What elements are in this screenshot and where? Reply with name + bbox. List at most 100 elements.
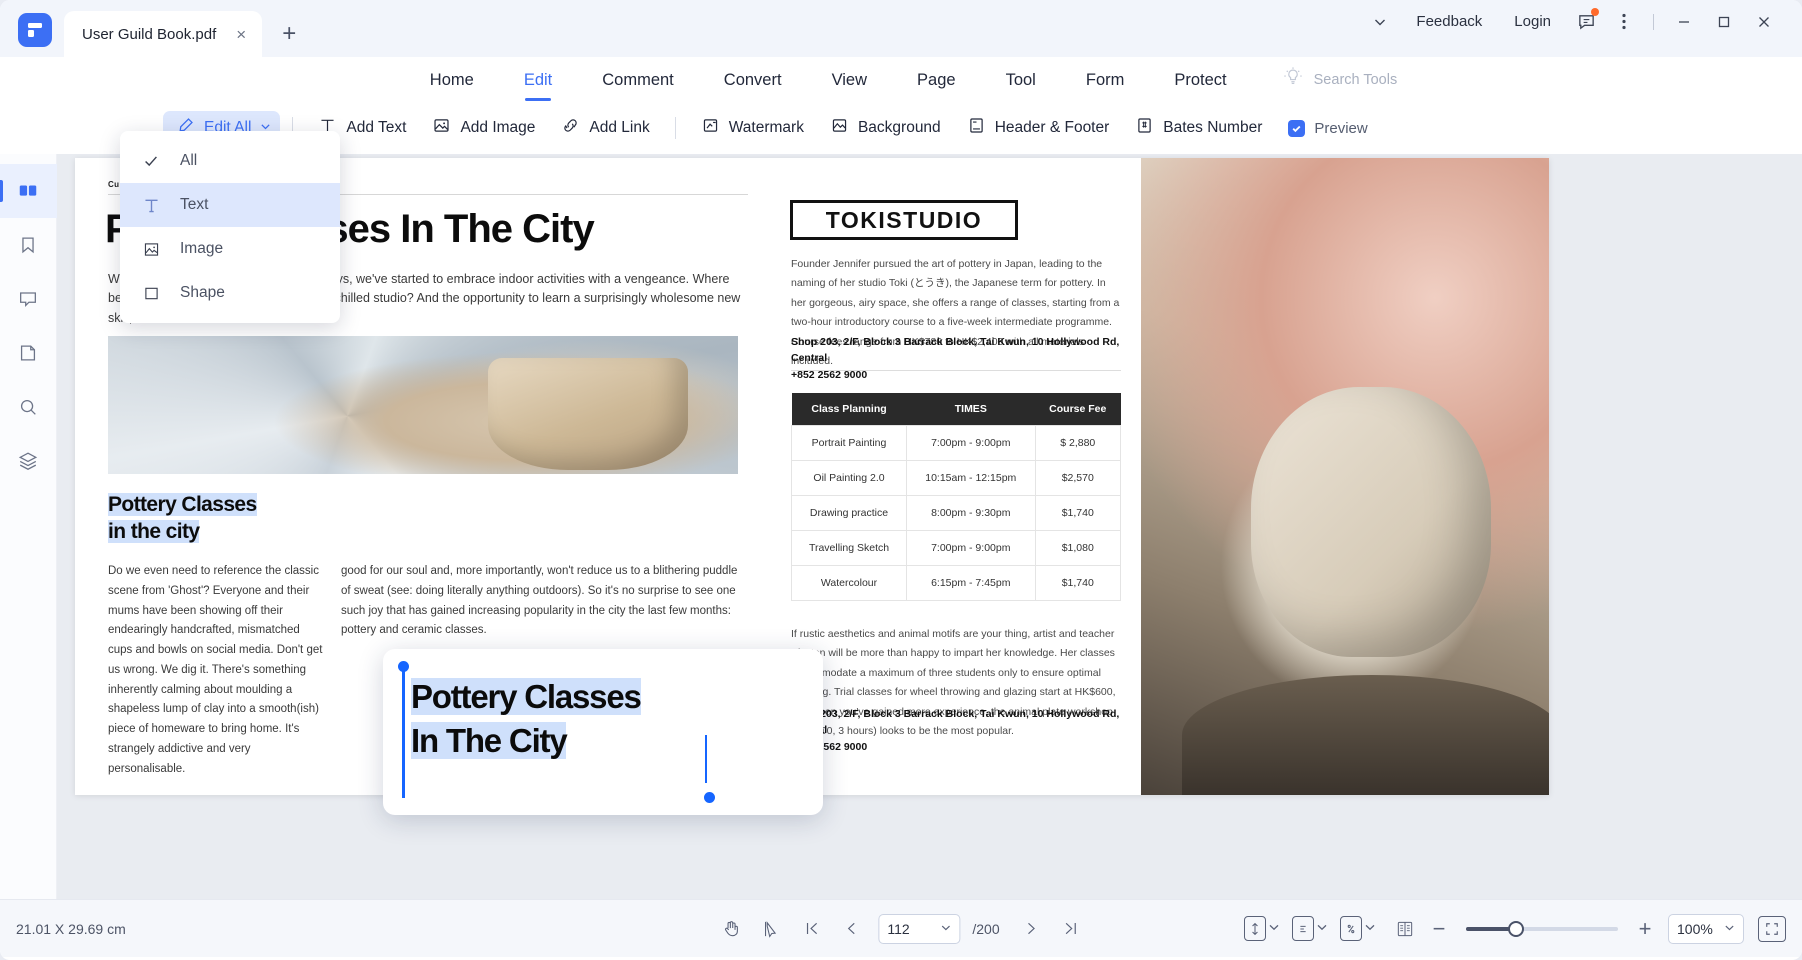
bates-number-button[interactable]: Bates Number <box>1122 111 1275 145</box>
zoom-slider[interactable] <box>1466 927 1618 931</box>
dropdown-item-all[interactable]: All <box>120 139 340 183</box>
zoom-level-select[interactable]: 100% <box>1668 914 1744 944</box>
document-tab[interactable]: User Guild Book.pdf × <box>64 11 262 57</box>
ribbon-divider-2 <box>675 117 676 139</box>
menu-item-view[interactable]: View <box>807 59 892 101</box>
page-column-1: Do we even need to reference the classic… <box>108 562 326 779</box>
cell-fee: $1,740 <box>1035 566 1120 601</box>
sidebar-item-attachments[interactable] <box>0 326 57 380</box>
zoom-slider-fill <box>1466 927 1514 931</box>
percent-icon <box>1340 916 1362 941</box>
studio-address-1: Shop 203, 2/F, Block 3 Barrack Block, Ta… <box>791 334 1121 383</box>
sidebar-item-search[interactable] <box>0 380 57 434</box>
address-1-line-1: Shop 203, 2/F, Block 3 Barrack Block, Ta… <box>791 334 1121 367</box>
background-label: Background <box>858 119 941 137</box>
background-icon <box>830 116 849 140</box>
menu-item-comment[interactable]: Comment <box>577 59 699 101</box>
previous-page-button[interactable] <box>834 914 868 944</box>
add-image-button[interactable]: Add Image <box>419 111 548 145</box>
chevron-down-icon[interactable] <box>1268 920 1280 938</box>
more-options-icon[interactable] <box>1605 7 1643 37</box>
cell-times: 10:15am - 12:15pm <box>907 461 1036 496</box>
text-selection-handle-bottom[interactable] <box>704 792 715 803</box>
zoom-out-button[interactable]: − <box>1426 918 1452 940</box>
menu-item-home[interactable]: Home <box>405 59 499 101</box>
table-row: Portrait Painting 7:00pm - 9:00pm $ 2,88… <box>792 426 1121 461</box>
subheading-line-2: in the city <box>108 520 199 543</box>
dropdown-item-image[interactable]: Image <box>120 227 340 271</box>
watermark-icon <box>701 116 720 140</box>
minimize-button[interactable] <box>1664 7 1704 37</box>
chevron-down-icon[interactable] <box>940 920 951 938</box>
zoom-mode-control[interactable] <box>1340 916 1376 941</box>
chevron-down-icon[interactable] <box>1724 920 1735 938</box>
table-body: Portrait Painting 7:00pm - 9:00pm $ 2,88… <box>792 426 1121 601</box>
table-header-row: Class Planning TIMES Course Fee <box>792 393 1121 426</box>
chevron-down-icon[interactable] <box>1360 7 1400 37</box>
header-footer-button[interactable]: Header & Footer <box>954 111 1123 145</box>
messages-icon[interactable] <box>1567 7 1605 37</box>
table-header-fee: Course Fee <box>1035 393 1120 426</box>
sidebar-item-comments[interactable] <box>0 272 57 326</box>
subheading-line-1: Pottery Classes <box>108 493 257 516</box>
dropdown-item-shape[interactable]: Shape <box>120 271 340 315</box>
app-window: User Guild Book.pdf × + Feedback Login <box>0 0 1802 960</box>
text-edit-content[interactable]: Pottery Classes In The City <box>411 675 803 762</box>
zoom-in-button[interactable]: + <box>1632 918 1658 940</box>
dropdown-item-text[interactable]: Text <box>120 183 340 227</box>
page-number-input[interactable]: 112 <box>878 914 960 944</box>
menu-item-protect[interactable]: Protect <box>1149 59 1251 101</box>
login-link[interactable]: Login <box>1498 13 1567 30</box>
status-bar: 21.01 X 29.69 cm 112 /200 <box>0 899 1802 957</box>
add-image-label: Add Image <box>460 119 535 137</box>
menu-item-tool[interactable]: Tool <box>981 59 1061 101</box>
view-controls: − + 100% <box>1244 914 1786 944</box>
cell-fee: $1,740 <box>1035 496 1120 531</box>
next-page-button[interactable] <box>1014 914 1048 944</box>
menu-item-edit[interactable]: Edit <box>499 59 577 101</box>
preview-label: Preview <box>1314 120 1367 137</box>
new-tab-button[interactable]: + <box>272 17 306 51</box>
scroll-mode-control[interactable] <box>1244 916 1280 941</box>
sidebar-item-thumbnails[interactable] <box>0 164 57 218</box>
table-row: Travelling Sketch 7:00pm - 9:00pm $1,080 <box>792 531 1121 566</box>
add-link-button[interactable]: Add Link <box>548 111 662 145</box>
close-window-button[interactable] <box>1744 7 1784 37</box>
first-page-button[interactable] <box>794 914 828 944</box>
fit-screen-button[interactable] <box>1758 916 1786 942</box>
text-edit-box[interactable]: Pottery Classes In The City <box>383 649 823 815</box>
split-view-icon[interactable] <box>1388 914 1422 944</box>
close-tab-icon[interactable]: × <box>230 23 252 45</box>
maximize-button[interactable] <box>1704 7 1744 37</box>
chevron-down-icon[interactable] <box>1316 920 1328 938</box>
cell-times: 6:15pm - 7:45pm <box>907 566 1036 601</box>
studio-divider <box>791 370 1121 371</box>
background-button[interactable]: Background <box>817 111 954 145</box>
link-icon <box>561 116 580 140</box>
menu-item-form[interactable]: Form <box>1061 59 1150 101</box>
text-selection-handle-top[interactable] <box>398 661 409 672</box>
menu-item-convert[interactable]: Convert <box>699 59 807 101</box>
page-layout-control[interactable] <box>1292 916 1328 941</box>
watermark-button[interactable]: Watermark <box>688 111 817 145</box>
titlebar-actions: Feedback Login <box>1360 0 1802 57</box>
chevron-down-icon[interactable] <box>1364 920 1376 938</box>
address-2-line-2: +852 2562 9000 <box>791 739 1121 755</box>
sidebar-item-layers[interactable] <box>0 434 57 488</box>
menu-item-page[interactable]: Page <box>892 59 981 101</box>
cell-times: 7:00pm - 9:00pm <box>907 426 1036 461</box>
last-page-button[interactable] <box>1054 914 1088 944</box>
table-row: Oil Painting 2.0 10:15am - 12:15pm $2,57… <box>792 461 1121 496</box>
select-tool-icon[interactable] <box>754 914 788 944</box>
cell-times: 7:00pm - 9:00pm <box>907 531 1036 566</box>
text-selection-handle-line[interactable] <box>402 666 405 798</box>
hand-tool-icon[interactable] <box>714 914 748 944</box>
cell-class: Travelling Sketch <box>792 531 907 566</box>
search-tools[interactable]: Search Tools <box>1282 66 1398 93</box>
sidebar-item-bookmarks[interactable] <box>0 218 57 272</box>
search-tools-label: Search Tools <box>1314 72 1398 88</box>
zoom-slider-knob[interactable] <box>1508 921 1524 937</box>
feedback-link[interactable]: Feedback <box>1400 13 1498 30</box>
bates-number-label: Bates Number <box>1163 119 1262 137</box>
preview-toggle[interactable]: Preview <box>1275 111 1380 145</box>
